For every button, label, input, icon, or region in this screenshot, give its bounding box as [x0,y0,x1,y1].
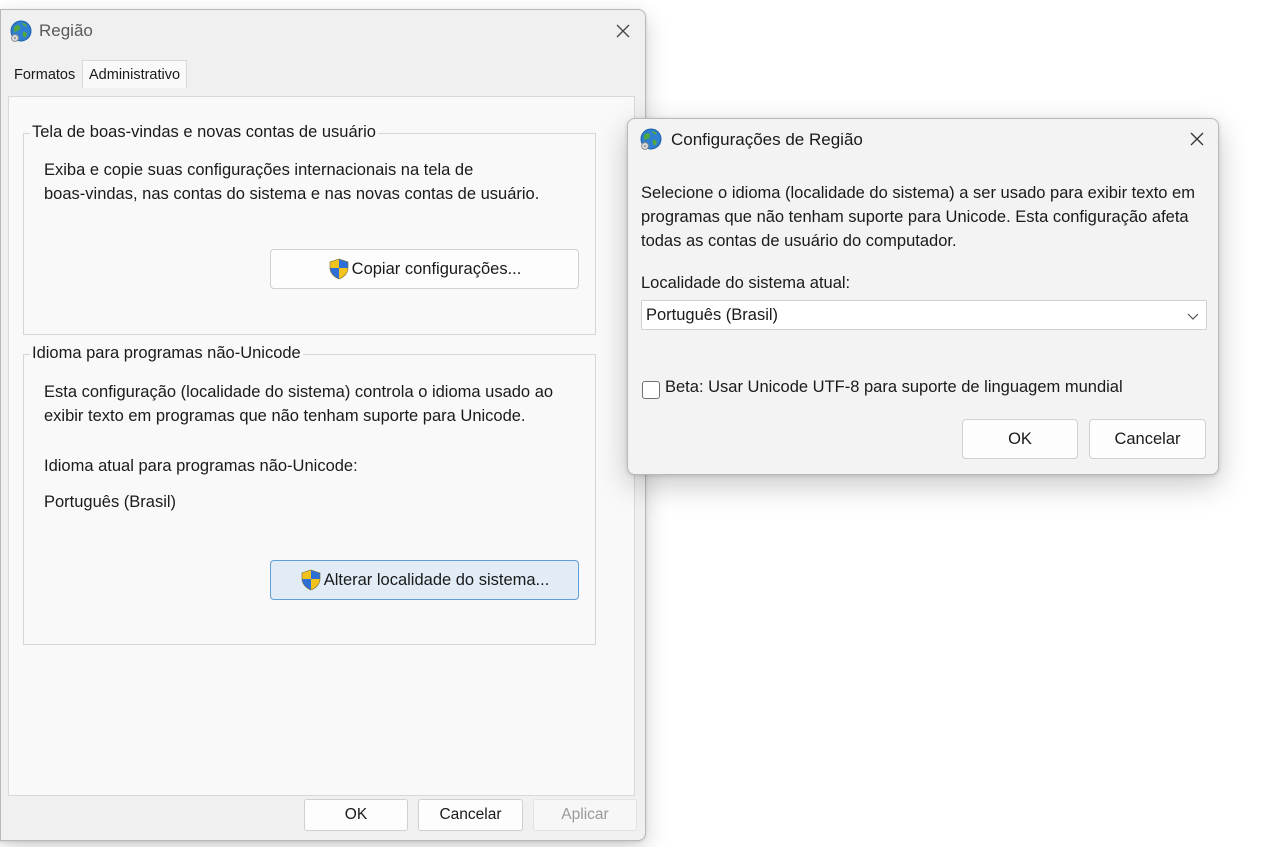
title-bar: Região [1,10,645,52]
copy-settings-button[interactable]: Copiar configurações... [270,249,579,289]
dialog-title-bar: Configurações de Região [628,119,1218,161]
cancel-button[interactable]: Cancelar [418,799,523,831]
welcome-description-line1: Exiba e copie suas configurações interna… [44,161,474,179]
system-locale-dropdown[interactable]: Português (Brasil) [641,300,1207,330]
dialog-title: Configurações de Região [671,130,863,149]
administrativo-panel: Tela de boas-vindas e novas contas de us… [8,96,635,796]
tab-administrativo[interactable]: Administrativo [82,60,188,88]
uac-shield-icon [300,569,322,591]
utf8-beta-checkbox[interactable] [642,381,660,399]
chevron-down-icon [1187,313,1199,320]
current-locale-label: Localidade do sistema atual: [641,274,851,292]
utf8-beta-label[interactable]: Beta: Usar Unicode UTF-8 para suporte de… [665,378,1123,397]
dialog-description: Selecione o idioma (localidade do sistem… [641,181,1195,253]
uac-shield-icon [328,258,350,280]
current-language-value: Português (Brasil) [44,493,177,511]
window-title: Região [39,21,93,40]
dialog-description-line1: Selecione o idioma (localidade do sistem… [641,184,1195,202]
region-settings-dialog: Configurações de Região Selecione o idio… [627,118,1219,475]
non-unicode-description: Esta configuração (localidade do sistema… [44,380,553,428]
welcome-group: Tela de boas-vindas e novas contas de us… [23,123,596,335]
welcome-description-line2: boas-vindas, nas contas do sistema e nas… [44,185,540,203]
dialog-description-line2: programas que não tenham suporte para Un… [641,208,1189,226]
current-language-label: Idioma atual para programas não-Unicode: [44,457,358,475]
welcome-description: Exiba e copie suas configurações interna… [44,158,539,206]
close-icon [616,24,630,38]
region-window: Região Formatos Administrativo Tela de b… [0,9,646,841]
close-button[interactable] [607,16,639,46]
dialog-ok-button[interactable]: OK [962,419,1078,459]
non-unicode-group-legend: Idioma para programas não-Unicode [30,344,303,363]
change-system-locale-button[interactable]: Alterar localidade do sistema... [270,560,579,600]
non-unicode-description-line1: Esta configuração (localidade do sistema… [44,383,554,401]
non-unicode-description-line2: exibir texto em programas que não tenham… [44,407,526,425]
close-icon [1190,132,1204,146]
welcome-group-legend: Tela de boas-vindas e novas contas de us… [30,123,378,142]
change-system-locale-label: Alterar localidade do sistema... [323,570,550,589]
system-locale-value: Português (Brasil) [646,306,779,324]
globe-icon [9,19,33,43]
globe-icon [639,127,663,151]
non-unicode-group: Idioma para programas não-Unicode Esta c… [23,344,596,645]
dialog-description-line3: todas as contas de usuário do computador… [641,232,957,250]
dialog-close-button[interactable] [1181,124,1213,154]
ok-button[interactable]: OK [304,799,408,831]
apply-button[interactable]: Aplicar [533,799,637,831]
dialog-cancel-button[interactable]: Cancelar [1089,419,1206,459]
tab-formatos[interactable]: Formatos [8,63,81,88]
copy-settings-label: Copiar configurações... [351,259,522,278]
